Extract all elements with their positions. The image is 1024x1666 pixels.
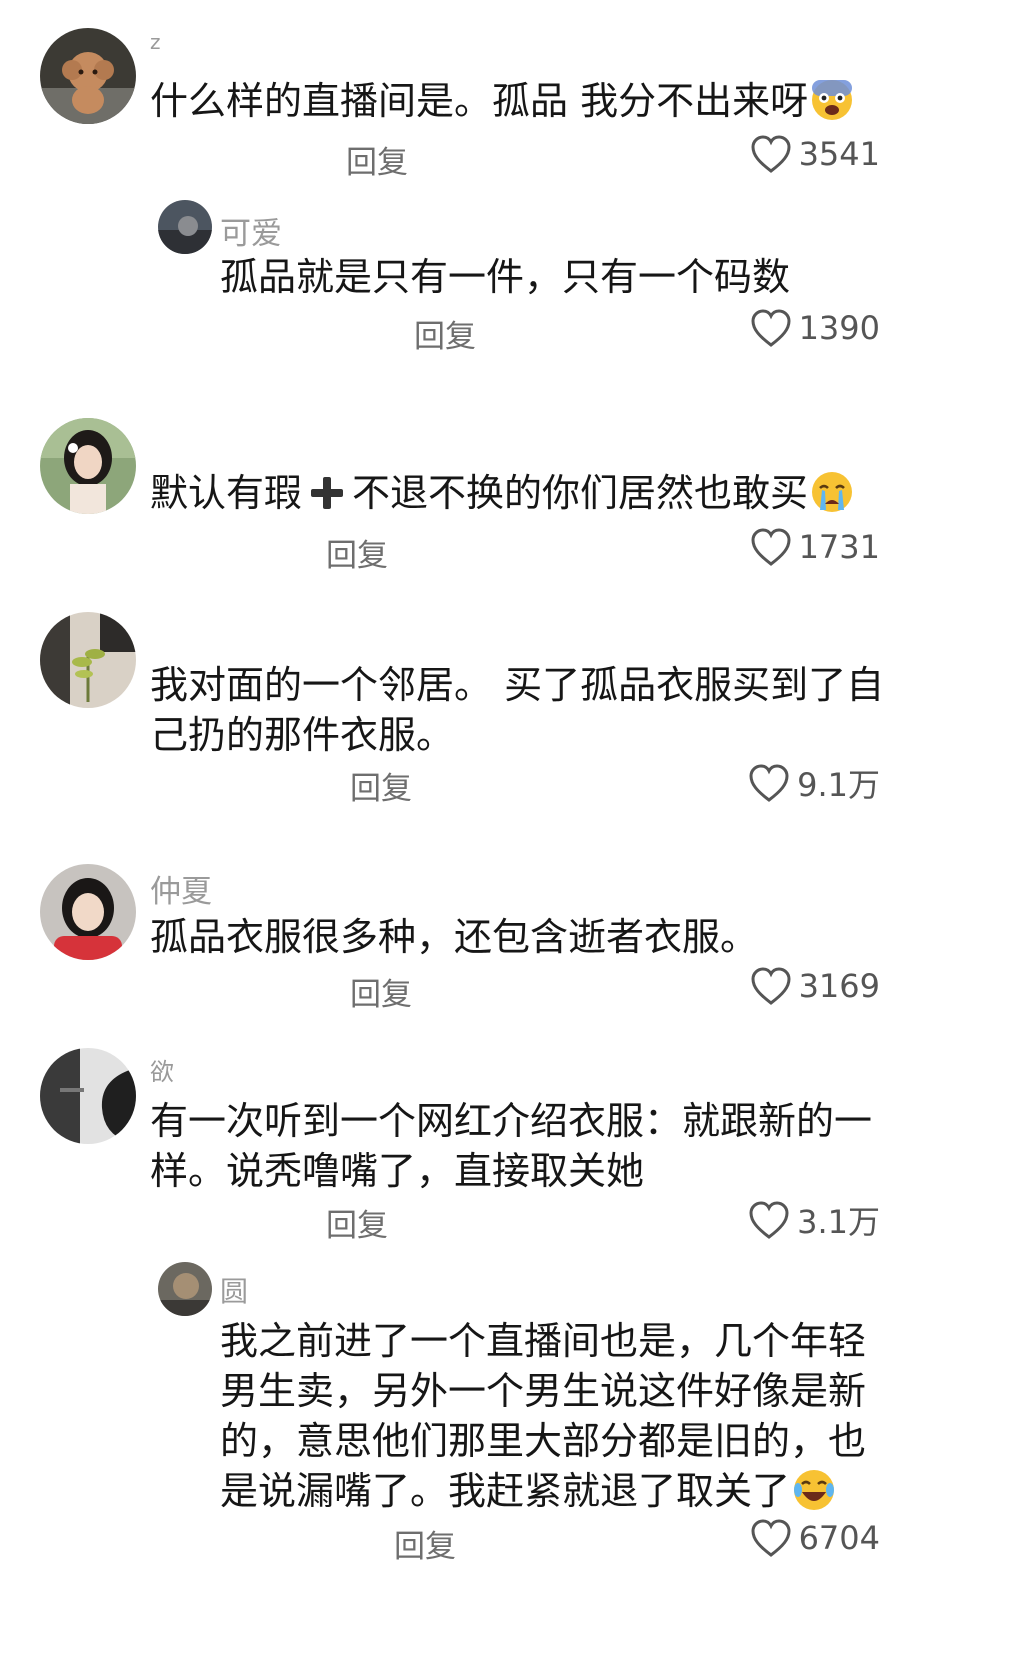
- avatar[interactable]: [40, 28, 136, 124]
- comment-text: 默认有瑕 不退不换的你们居然也敢买: [150, 468, 970, 518]
- comment-text: 孤品衣服很多种，还包含逝者衣服。: [150, 915, 759, 959]
- heart-outline-icon: [749, 764, 789, 802]
- comment-text: 我之前进了一个直播间也是，几个年轻男生卖，另外一个男生说这件好像是新的，意思他们…: [220, 1316, 900, 1516]
- avatar[interactable]: [40, 612, 136, 708]
- comment-text: 有一次听到一个网红介绍衣服：就跟新的一样。说秃噜嘴了，直接取关她: [150, 1099, 873, 1193]
- laughing-tears-face-icon: [794, 1470, 835, 1510]
- like-count: 3.1万: [797, 1203, 880, 1241]
- comment-text: 孤品就是只有一件，只有一个码数: [220, 255, 791, 299]
- like-count: 3541: [798, 135, 880, 173]
- reply-button[interactable]: 回复: [350, 763, 412, 808]
- avatar[interactable]: [158, 1262, 212, 1316]
- like-count: 3169: [798, 967, 880, 1005]
- username[interactable]: 圆: [220, 1270, 248, 1310]
- avatar[interactable]: [40, 418, 136, 514]
- reply-button[interactable]: 回复: [414, 311, 476, 356]
- heart-outline-icon: [751, 135, 791, 173]
- comment-text-content: 什么样的直播间是。孤品 我分不出来呀: [150, 79, 809, 123]
- like-button[interactable]: 3.1万: [747, 1197, 880, 1243]
- heart-outline-icon: [751, 528, 791, 566]
- reply-button[interactable]: 回复: [326, 1200, 388, 1245]
- heart-outline-icon: [751, 967, 791, 1005]
- avatar[interactable]: [40, 864, 136, 960]
- reply-button[interactable]: 回复: [394, 1521, 456, 1566]
- like-button[interactable]: 3169: [749, 966, 880, 1006]
- like-button[interactable]: 9.1万: [747, 760, 880, 806]
- like-button[interactable]: 1390: [749, 308, 880, 348]
- username[interactable]: 欲: [150, 1052, 174, 1087]
- comment-text-part: 不退不换的你们居然也敢买: [352, 471, 809, 515]
- reply-button[interactable]: 回复: [326, 530, 388, 575]
- like-button[interactable]: 6704: [749, 1518, 880, 1558]
- comment-feed: z 什么样的直播间是。孤品 我分不出来呀 回复 3541 可爱 孤品就是只有一件…: [0, 0, 1024, 1666]
- avatar[interactable]: [158, 200, 212, 254]
- heart-outline-icon: [751, 309, 791, 347]
- crying-face-icon: [812, 472, 853, 512]
- avatar[interactable]: [40, 1048, 136, 1144]
- username[interactable]: 可爱: [220, 208, 282, 253]
- like-button[interactable]: 1731: [749, 527, 880, 567]
- comment-text-content: 我之前进了一个直播间也是，几个年轻男生卖，另外一个男生说这件好像是新的，意思他们…: [220, 1319, 867, 1513]
- username[interactable]: 仲夏: [150, 866, 212, 911]
- heart-outline-icon: [751, 1519, 791, 1557]
- fearful-face-icon: [812, 80, 853, 120]
- comment-text: 什么样的直播间是。孤品 我分不出来呀: [150, 76, 970, 126]
- like-count: 6704: [798, 1519, 880, 1557]
- like-count: 1731: [798, 528, 880, 566]
- reply-button[interactable]: 回复: [350, 969, 412, 1014]
- heart-outline-icon: [749, 1201, 789, 1239]
- like-count: 9.1万: [797, 766, 880, 804]
- like-button[interactable]: 3541: [749, 134, 880, 174]
- comment-text-part: 默认有瑕: [150, 471, 303, 515]
- plus-icon: [311, 477, 344, 509]
- like-count: 1390: [798, 309, 880, 347]
- comment-text: 我对面的一个邻居。 买了孤品衣服买到了自己扔的那件衣服。: [150, 663, 885, 757]
- username[interactable]: z: [150, 30, 161, 54]
- reply-button[interactable]: 回复: [346, 137, 408, 182]
